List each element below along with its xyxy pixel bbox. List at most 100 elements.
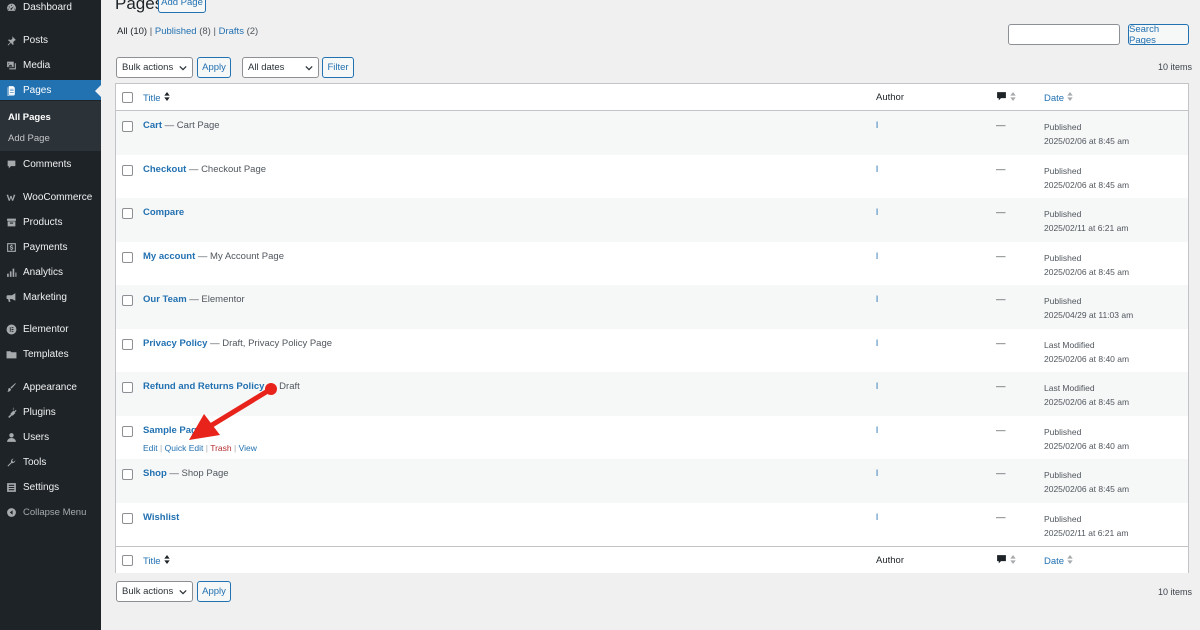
title-column-header[interactable]: Title [143,555,170,567]
sidebar-item-label: Dashboard [23,1,72,13]
page-title-link[interactable]: My account [143,251,195,262]
author-link[interactable]: l [876,512,878,523]
sidebar-item-analytics[interactable]: Analytics [0,262,101,282]
chevron-down-icon [179,588,187,596]
row-title-cell: Shop — Shop Page [143,468,229,479]
page-title-link[interactable]: Refund and Returns Policy [143,381,264,392]
author-link[interactable]: l [876,468,878,479]
row-checkbox[interactable] [122,425,133,437]
quick-edit-link[interactable]: Quick Edit [165,443,204,453]
view-all-link[interactable]: All (10) [117,26,147,37]
trash-link[interactable]: Trash [210,443,231,453]
sidebar-item-products[interactable]: Products [0,212,101,232]
publish-status: Published [1044,513,1082,524]
sort-icon [163,92,170,104]
author-link[interactable]: l [876,251,878,262]
bulk-actions-select-bottom[interactable]: Bulk actions [116,581,193,602]
sidebar-item-plugins[interactable]: Plugins [0,402,101,422]
page-title-link[interactable]: Wishlist [143,512,179,523]
author-link[interactable]: l [876,207,878,218]
author-link[interactable]: l [876,381,878,392]
apply-button-bottom[interactable]: Apply [197,581,231,602]
sidebar-item-label: Comments [23,158,72,170]
page-title-link[interactable]: Checkout [143,164,186,175]
title-column-header[interactable]: Title [143,92,170,104]
row-checkbox[interactable] [122,295,133,306]
sidebar-item-label: Products [23,216,63,228]
table-footer: Title Author Date [116,546,1188,573]
submenu-all-pages[interactable]: All Pages [8,112,51,123]
publish-date: 2025/02/06 at 8:45 am [1044,179,1130,190]
author-link[interactable]: l [876,294,878,305]
page-title-link[interactable]: Shop [143,468,167,479]
select-all-checkbox[interactable] [122,555,133,566]
author-link[interactable]: l [876,425,878,436]
page-title-link[interactable]: Privacy Policy [143,338,207,349]
publish-status: Published [1044,209,1082,219]
sidebar-item-comments[interactable]: Comments [0,154,101,174]
submenu-add-page[interactable]: Add Page [8,133,50,144]
sidebar-item-payments[interactable]: Payments [0,237,101,257]
comment-count: — [996,468,1006,479]
date-column-header[interactable]: Date [1044,92,1073,104]
view-link[interactable]: View [239,443,257,453]
search-pages-button[interactable]: Search Pages [1128,24,1189,46]
row-checkbox[interactable] [122,251,133,263]
row-checkbox[interactable] [122,469,133,480]
filter-button[interactable]: Filter [322,57,354,78]
dates-filter-value: All dates [248,62,285,73]
brush-icon [6,382,17,393]
pages-icon [6,85,17,96]
author-link[interactable]: l [876,164,878,175]
sidebar-item-elementor[interactable]: Elementor [0,319,101,339]
row-checkbox[interactable] [122,121,133,132]
comment-count: — [996,250,1006,262]
megaphone-icon [6,292,17,303]
table-row: Compare l — Published 2025/02/11 at 6:21… [116,198,1188,242]
date-column-header[interactable]: Date [1044,555,1073,567]
select-all-checkbox[interactable] [122,92,133,103]
row-checkbox[interactable] [122,512,133,524]
row-checkbox[interactable] [122,164,133,176]
sidebar-item-templates[interactable]: Templates [0,344,101,364]
sidebar-item-tools[interactable]: Tools [0,452,101,472]
bulk-actions-select[interactable]: Bulk actions [116,57,193,78]
sidebar-item-marketing[interactable]: Marketing [0,287,101,307]
row-checkbox[interactable] [122,338,133,350]
bulk-actions-value: Bulk actions [122,586,174,597]
sidebar-item-pages[interactable]: Pages [0,80,101,100]
sidebar-item-dashboard[interactable]: Dashboard [0,0,101,17]
dates-filter-select[interactable]: All dates [242,57,319,78]
sidebar-item-posts[interactable]: Posts [0,30,101,50]
page-title-link[interactable]: Cart [143,120,162,131]
row-checkbox[interactable] [122,208,133,219]
comments-column-header[interactable] [996,554,1016,568]
author-link[interactable]: l [876,338,878,349]
page-title-link[interactable]: Our Team [143,294,187,305]
add-page-button[interactable]: Add Page [158,0,206,13]
sidebar-item-appearance[interactable]: Appearance [0,377,101,397]
date-column-label: Date [1044,555,1065,567]
collapse-menu-button[interactable]: Collapse Menu [0,502,101,522]
sidebar-item-media[interactable]: Media [0,55,101,75]
view-drafts-link[interactable]: Drafts (2) [219,26,259,37]
table-row: Privacy Policy — Draft, Privacy Policy P… [116,329,1188,373]
user-icon [6,432,17,443]
settings-icon [6,482,17,493]
row-checkbox[interactable] [122,382,133,393]
sidebar-item-users[interactable]: Users [0,427,101,447]
page-title-link[interactable]: Sample Page [143,425,202,436]
page-title-link[interactable]: Compare [143,207,184,218]
dollar-icon [6,242,17,253]
view-drafts-label: Drafts [218,26,244,37]
edit-link[interactable]: Edit [143,443,158,453]
view-published-link[interactable]: Published (8) [155,26,211,37]
search-input[interactable] [1008,24,1120,45]
apply-button[interactable]: Apply [197,57,231,78]
author-column-header: Author [876,555,904,566]
publish-status: Published [1044,470,1082,480]
sidebar-item-woocommerce[interactable]: WooCommerce [0,187,101,207]
author-link[interactable]: l [876,120,878,131]
sidebar-item-settings[interactable]: Settings [0,477,101,497]
comments-column-header[interactable] [996,91,1016,105]
